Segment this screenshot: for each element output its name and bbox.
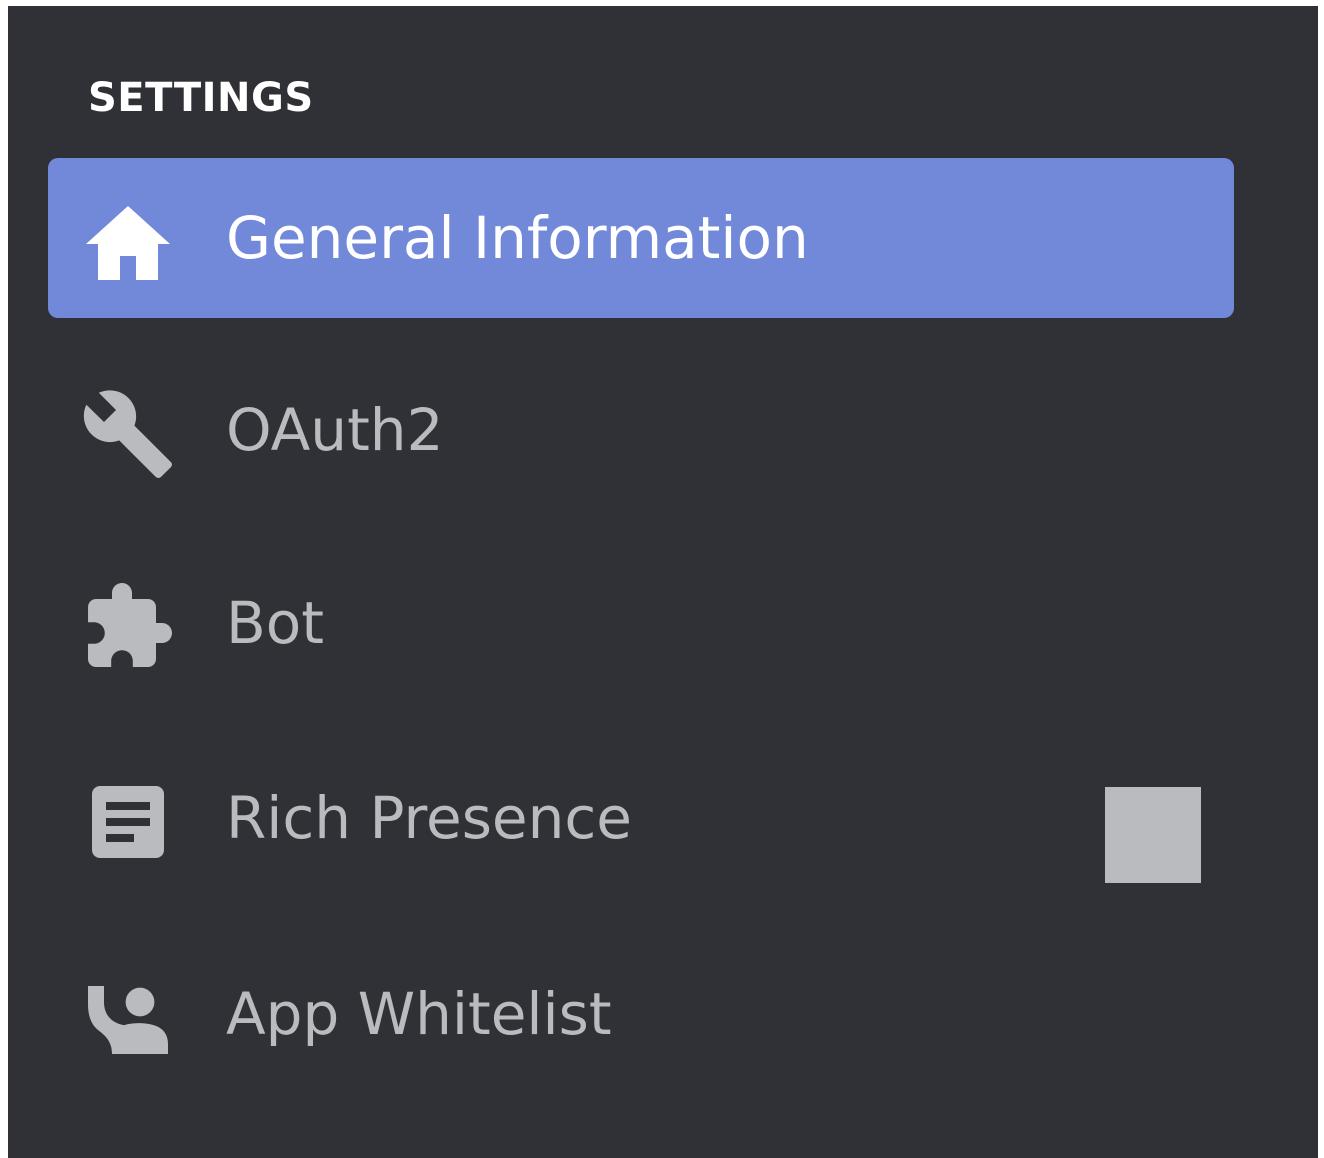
sidebar-item-bot[interactable]: Bot bbox=[48, 543, 1234, 703]
settings-sidebar: SETTINGS General Information OAuth2 Bot bbox=[8, 6, 1318, 1158]
sidebar-item-label: Bot bbox=[226, 589, 325, 657]
sidebar-item-rich-presence[interactable]: Rich Presence bbox=[48, 738, 1234, 898]
document-icon bbox=[80, 774, 176, 870]
section-title: SETTINGS bbox=[88, 75, 314, 121]
sidebar-item-general-information[interactable]: General Information bbox=[48, 158, 1234, 318]
sidebar-item-label: OAuth2 bbox=[226, 396, 444, 464]
sidebar-item-label: General Information bbox=[226, 204, 809, 272]
sidebar-item-label: Rich Presence bbox=[226, 784, 632, 852]
home-icon bbox=[80, 194, 176, 290]
sidebar-item-oauth2[interactable]: OAuth2 bbox=[48, 350, 1234, 510]
wrench-icon bbox=[80, 386, 176, 482]
sidebar-item-label: App Whitelist bbox=[226, 980, 612, 1048]
status-badge bbox=[1105, 787, 1201, 883]
sidebar-item-app-whitelist[interactable]: App Whitelist bbox=[48, 934, 1234, 1094]
person-whitelist-icon bbox=[80, 970, 176, 1066]
puzzle-icon bbox=[80, 579, 176, 675]
